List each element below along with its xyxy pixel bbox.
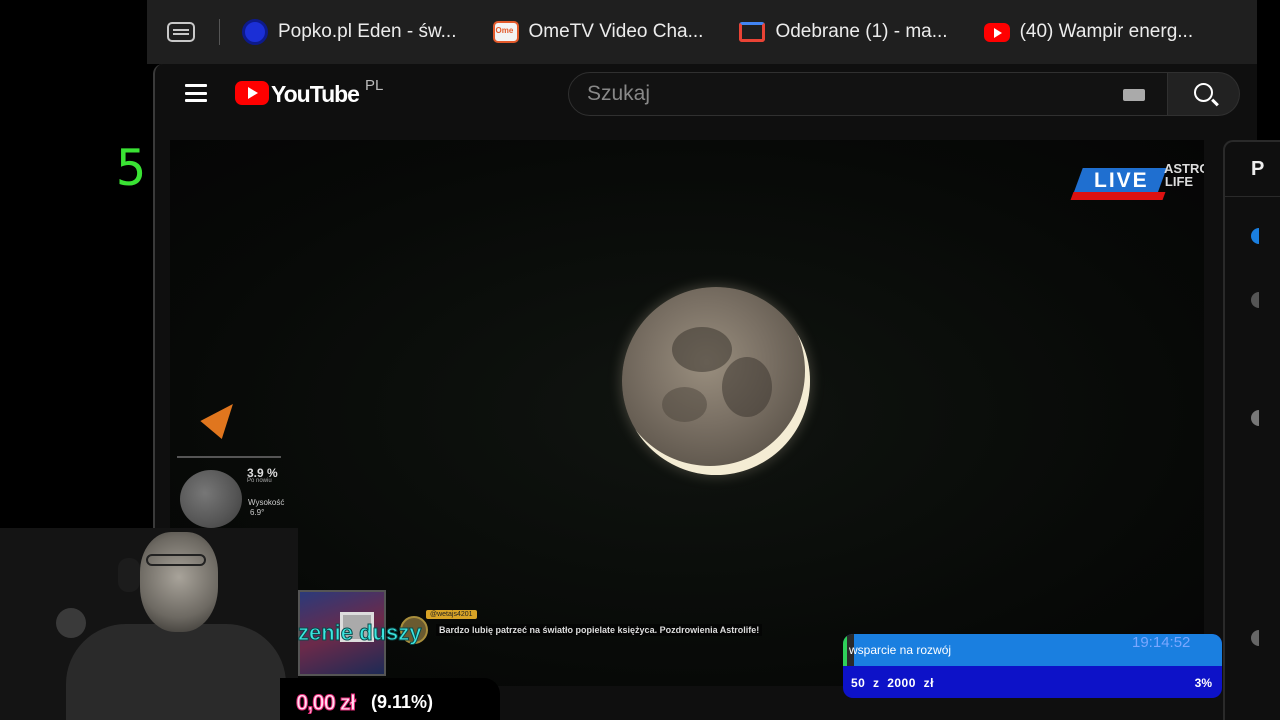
direction-arrow-icon <box>200 394 244 440</box>
search-icon <box>1194 83 1213 102</box>
youtube-play-icon <box>235 81 269 105</box>
search-input[interactable]: Szukaj <box>568 72 1168 116</box>
donation-amount: 50 z 2000 zł <box>851 676 934 690</box>
goal-amount: 0,00 zł <box>295 690 356 716</box>
tab-divider <box>219 19 220 45</box>
avatar[interactable] <box>1251 630 1259 646</box>
tab-label: OmeTV Video Cha... <box>528 21 704 42</box>
tab-label: Odebrane (1) - ma... <box>775 21 948 42</box>
webcam-feed <box>0 528 298 720</box>
altitude-value: 6.9° <box>250 508 265 517</box>
keyboard-icon[interactable] <box>1123 89 1145 101</box>
menu-icon[interactable] <box>185 84 207 102</box>
moon-phase-sub: Po nowiu <box>247 478 272 484</box>
donation-percent: 3% <box>1194 676 1212 690</box>
country-code: PL <box>364 77 384 94</box>
headphones-icon <box>118 558 140 592</box>
youtube-logo-text: YouTube <box>271 81 360 107</box>
chat-username: @wetajs4201 <box>426 610 477 619</box>
youtube-header: YouTube PL Szukaj <box>155 64 1259 126</box>
tab-gmail[interactable]: Odebrane (1) - ma... <box>739 21 948 43</box>
divider <box>177 456 281 458</box>
avatar[interactable] <box>1251 410 1259 426</box>
search-placeholder: Szukaj <box>587 82 651 105</box>
overlay-ticker: zenie duszy <box>297 620 422 646</box>
moon-image <box>622 287 810 475</box>
tab-label: Popko.pl Eden - św... <box>278 21 457 42</box>
live-label: LIVE <box>1094 169 1149 192</box>
tab-ometv[interactable]: OmeTV Video Cha... <box>492 21 704 43</box>
goal-percent: (9.11%) <box>371 692 434 712</box>
avatar[interactable] <box>1251 228 1259 244</box>
ometv-favicon-icon <box>492 21 519 43</box>
youtube-logo[interactable]: YouTube PL <box>235 77 383 107</box>
side-panel: P <box>1223 140 1280 720</box>
stream-counter: 5 <box>116 139 147 197</box>
search-button[interactable] <box>1168 72 1240 116</box>
popko-favicon-icon <box>242 19 268 45</box>
donation-time: 19:14:52 <box>1132 634 1191 651</box>
astrolife-logo: ASTRO LIFE <box>1164 161 1204 189</box>
side-panel-title: P <box>1251 158 1265 180</box>
avatar[interactable] <box>1251 292 1259 308</box>
donation-title: wsparcie na rozwój <box>849 643 952 657</box>
altitude-label: Wysokość <box>248 498 285 507</box>
tab-label: (40) Wampir energ... <box>1019 21 1194 42</box>
tab-popko[interactable]: Popko.pl Eden - św... <box>242 19 457 45</box>
moon-phase-icon <box>180 470 242 528</box>
chat-message: Bardzo lubię patrzeć na światło popielat… <box>436 624 763 636</box>
tab-youtube[interactable]: (40) Wampir energ... <box>983 21 1194 43</box>
donation-goal-widget: wsparcie na rozwój 19:14:52 50 z 2000 zł… <box>843 634 1222 698</box>
live-badge: LIVE ASTRO LIFE <box>1070 161 1204 218</box>
browser-tab-strip: Popko.pl Eden - św... OmeTV Video Cha...… <box>147 0 1257 64</box>
tab-switcher-icon[interactable] <box>167 22 195 42</box>
gmail-favicon-icon <box>739 22 766 42</box>
screen: Popko.pl Eden - św... OmeTV Video Cha...… <box>0 0 1280 720</box>
youtube-favicon-icon <box>983 22 1010 42</box>
